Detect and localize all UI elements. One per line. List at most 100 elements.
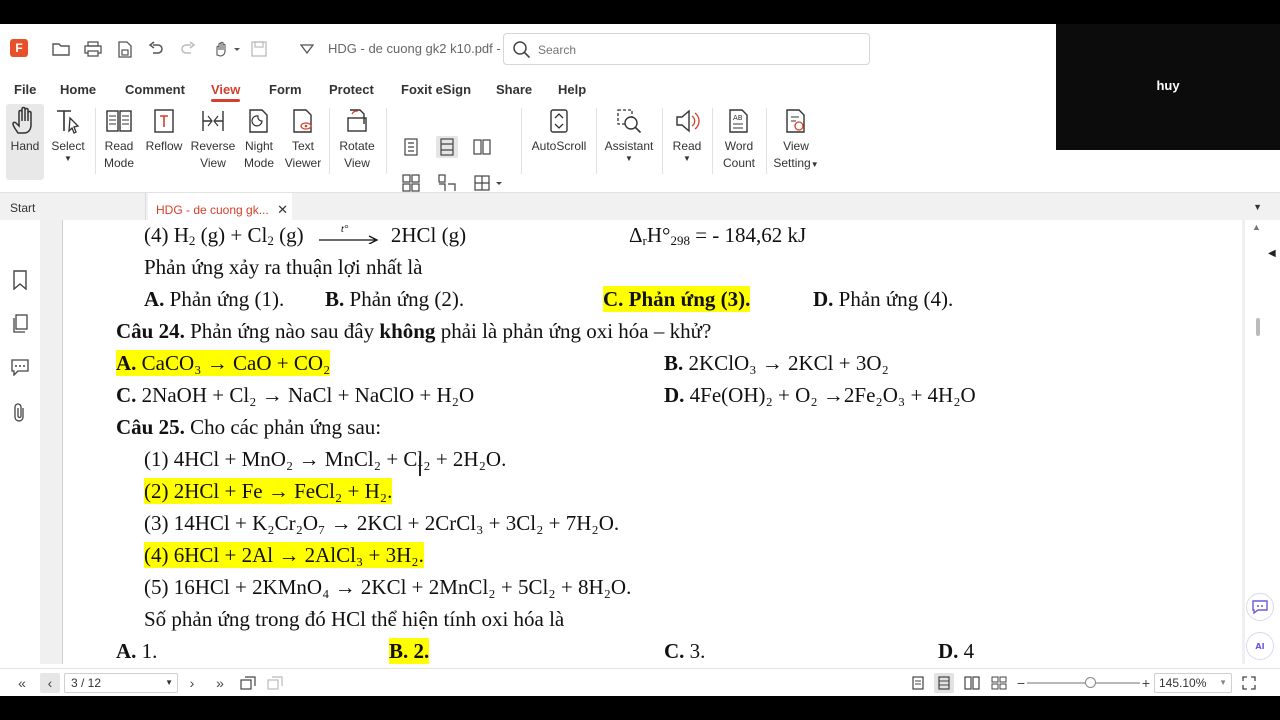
previous-view-icon[interactable] — [238, 673, 258, 693]
undo-icon[interactable] — [145, 38, 167, 60]
ai-chat-icon[interactable] — [1246, 593, 1274, 621]
autoscroll-label: AutoScroll — [531, 139, 587, 153]
facing-pages-icon[interactable] — [471, 136, 493, 158]
participant-name: huy — [1156, 78, 1180, 93]
page-thumbnails-icon[interactable] — [9, 313, 31, 335]
read-mode-icon — [103, 104, 135, 138]
fullscreen-icon[interactable] — [1239, 673, 1259, 693]
option-letter: D. — [813, 287, 834, 311]
reaction-1: (1) 4HCl + MnO₂ → MnCl₂ + Cl₂ + 2H₂O. — [144, 447, 507, 471]
word-count-button[interactable]: AB Word Count — [718, 104, 760, 180]
next-page-icon[interactable]: › — [182, 673, 202, 693]
last-page-icon[interactable]: » — [210, 673, 230, 693]
comments-icon[interactable] — [9, 356, 31, 378]
option-text: 3. — [684, 639, 706, 663]
menu-foxit-esign[interactable]: Foxit eSign — [401, 82, 471, 97]
print-icon[interactable] — [82, 38, 104, 60]
continuous-facing-view-icon[interactable] — [989, 673, 1009, 693]
menu-share[interactable]: Share — [496, 82, 532, 97]
video-call-overlay: huy — [1056, 24, 1280, 150]
previous-page-icon[interactable]: ‹ — [40, 673, 60, 693]
hand-tool-dropdown-icon[interactable] — [210, 38, 244, 60]
menu-file[interactable]: File — [14, 82, 36, 97]
single-page-icon[interactable] — [400, 136, 422, 158]
tab-start[interactable]: Start — [0, 193, 146, 221]
reverse-view-button[interactable]: Reverse View — [190, 104, 236, 180]
option-text: 1. — [136, 639, 158, 663]
continuous-facing-icon[interactable] — [400, 172, 422, 194]
right-panel-toggle-icon[interactable]: ◀ — [1268, 248, 1276, 259]
single-page-view-icon[interactable] — [908, 673, 928, 693]
ai-assistant-icon[interactable]: AI — [1246, 632, 1274, 660]
ribbon-divider — [712, 108, 713, 174]
split-view-dropdown-icon[interactable] — [471, 172, 507, 194]
ribbon-divider — [329, 108, 330, 174]
word-count-label-2: Count — [722, 156, 756, 170]
reaction-5: (5) 16HCl + 2KMnO₄ → 2KCl + 2MnCl₂ + 5Cl… — [144, 575, 632, 599]
quick-access-dropdown-icon[interactable] — [296, 38, 318, 60]
menu-form[interactable]: Form — [269, 82, 302, 97]
reaction-2-highlighted: (2) 2HCl + Fe → FeCl₂ + H₂. — [144, 478, 393, 504]
navigation-panel — [0, 220, 40, 664]
zoom-in-icon[interactable]: + — [1136, 673, 1156, 693]
attachment-icon[interactable] — [9, 402, 31, 424]
read-aloud-button[interactable]: Read ▼ — [668, 104, 706, 180]
zoom-slider[interactable] — [1027, 682, 1140, 684]
bookmark-icon[interactable] — [9, 269, 31, 291]
reaction-text: (4) H — [144, 223, 189, 247]
option-d: D. Phản ứng (4). — [813, 286, 953, 312]
tab-list-dropdown-icon[interactable]: ▼ — [1253, 202, 1262, 212]
view-setting-label-1: View — [783, 139, 809, 153]
save-as-icon[interactable] — [114, 38, 136, 60]
option-text: CaCO₃ → CaO + CO₂ — [136, 351, 331, 375]
pdf-page: (4) H2 (g) + Cl2 (g) t° 2HCl (g) ΔrH°298… — [62, 220, 1242, 664]
reflow-button[interactable]: Reflow — [144, 104, 184, 180]
reverse-view-label-1: Reverse — [190, 139, 236, 153]
ribbon-divider — [766, 108, 767, 174]
view-setting-button[interactable]: View Setting▼ — [772, 104, 820, 180]
menu-home[interactable]: Home — [60, 82, 96, 97]
menu-view[interactable]: View — [211, 82, 241, 102]
first-page-icon[interactable]: « — [12, 673, 32, 693]
reflow-icon — [148, 104, 180, 138]
select-button[interactable]: Select ▼ — [48, 104, 88, 180]
ribbon-divider — [662, 108, 663, 174]
tab-document-label: HDG - de cuong gk... — [156, 203, 269, 217]
continuous-page-icon[interactable] — [436, 136, 458, 158]
delta-symbol: Δ — [629, 223, 643, 247]
scroll-up-arrow-icon[interactable]: ▲ — [1252, 222, 1261, 232]
foxit-logo-icon[interactable]: F — [10, 39, 28, 57]
question-25-prompt: Số phản ứng trong đó HCl thể hiện tính o… — [144, 607, 565, 631]
assistant-button[interactable]: Assistant ▼ — [602, 104, 656, 180]
zoom-slider-thumb[interactable] — [1085, 677, 1096, 688]
view-setting-icon — [780, 104, 812, 138]
open-folder-icon[interactable] — [50, 38, 72, 60]
question-text: Phản ứng nào sau đây — [184, 319, 380, 343]
close-icon[interactable]: ✕ — [277, 202, 288, 218]
text-viewer-button[interactable]: Text Viewer — [284, 104, 322, 180]
rotate-view-icon — [341, 104, 373, 138]
hand-button[interactable]: Hand — [6, 104, 44, 180]
rotate-view-button[interactable]: Rotate View — [336, 104, 378, 180]
menu-protect[interactable]: Protect — [329, 82, 374, 97]
scrollbar-thumb[interactable] — [1256, 318, 1260, 336]
next-view-icon[interactable] — [265, 673, 285, 693]
tab-start-label: Start — [10, 201, 36, 215]
facing-view-icon[interactable] — [962, 673, 982, 693]
save-icon[interactable] — [248, 38, 270, 60]
night-mode-button[interactable]: Night Mode — [240, 104, 278, 180]
autoscroll-button[interactable]: AutoScroll — [528, 104, 590, 180]
page-number-field[interactable]: 3 / 12 ▼ — [64, 673, 178, 693]
redo-icon[interactable] — [177, 38, 199, 60]
zoom-level-field[interactable]: 145.10% ▼ — [1154, 673, 1232, 693]
menu-comment[interactable]: Comment — [125, 82, 185, 97]
read-mode-button[interactable]: Read Mode — [100, 104, 138, 180]
hand-label: Hand — [10, 139, 40, 153]
search-input[interactable] — [538, 40, 838, 60]
arrow-label: t° — [340, 223, 349, 235]
menu-help[interactable]: Help — [558, 82, 586, 97]
tab-document[interactable]: HDG - de cuong gk... ✕ — [148, 193, 292, 221]
continuous-view-icon[interactable] — [934, 673, 954, 693]
search-box[interactable] — [503, 33, 870, 65]
separate-cover-icon[interactable] — [436, 172, 458, 194]
